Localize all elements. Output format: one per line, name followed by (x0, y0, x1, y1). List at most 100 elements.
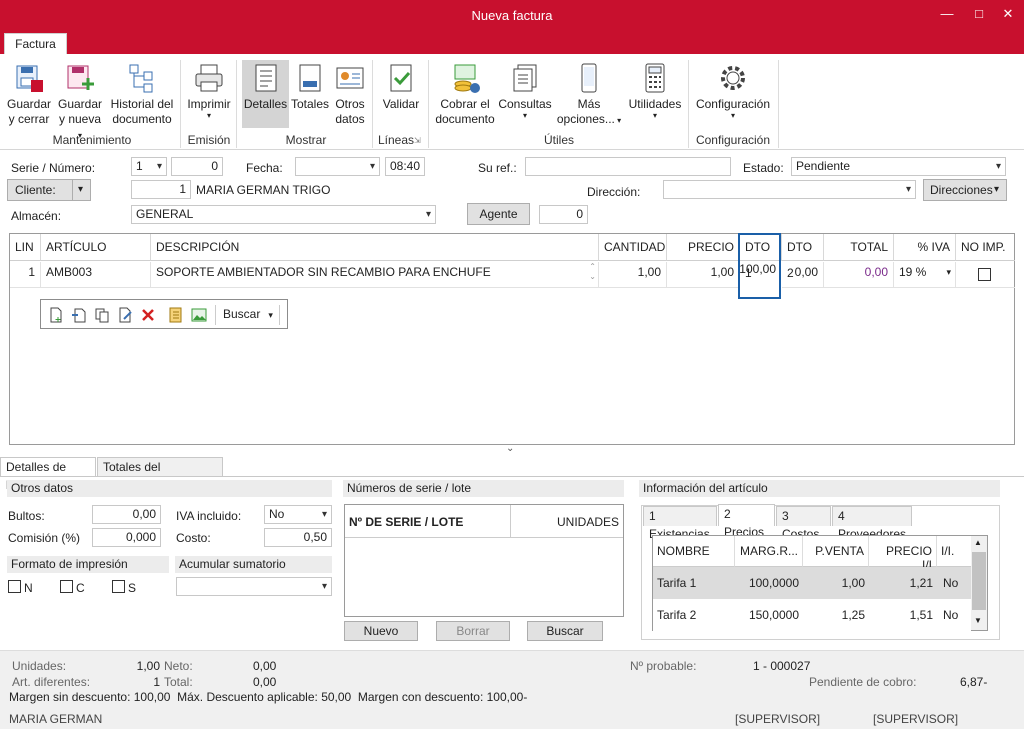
cliente-code-field[interactable]: 1 (131, 180, 191, 199)
tab-totales-documento[interactable]: Totales del documento (97, 457, 223, 492)
status-user: MARIA GERMAN (9, 712, 103, 726)
art-diferentes-value: 1 (153, 675, 160, 689)
bultos-field[interactable]: 0,00 (92, 505, 161, 524)
hora-field[interactable]: 08:40 (385, 157, 425, 176)
status-bar: Unidades: 1,00 Neto: 0,00 Art. diferente… (0, 650, 1024, 729)
group-emision: Emisión (187, 133, 231, 147)
imprimir-button[interactable]: Imprimir ▾ (186, 60, 232, 128)
configuracion-button[interactable]: Configuración ▾ (694, 60, 772, 128)
close-button[interactable]: ✕ (997, 5, 1019, 23)
scrollbar-thumb[interactable] (972, 552, 986, 610)
precios-col-ii[interactable]: I/I. (937, 536, 971, 567)
costo-field[interactable]: 0,50 (264, 528, 332, 547)
historial-button[interactable]: Historial del documento (108, 60, 176, 128)
minimize-button[interactable]: — (936, 5, 958, 23)
numero-field[interactable]: 0 (171, 157, 223, 176)
comision-field[interactable]: 0,000 (92, 528, 161, 547)
totales-button[interactable]: Totales (291, 60, 329, 128)
cell-precio[interactable]: 1,00 (667, 262, 740, 288)
estado-select[interactable]: Pendiente (791, 157, 1006, 176)
cell-iva[interactable]: 19 % ▾ (894, 262, 956, 288)
image-icon[interactable] (191, 307, 207, 323)
tab-precios[interactable]: 2 Precios (718, 504, 775, 539)
col-cantidad[interactable]: CANTIDAD (599, 234, 667, 261)
fecha-field[interactable] (295, 157, 380, 176)
serie-label: Serie / Número: (11, 161, 96, 175)
delete-line-icon[interactable] (140, 307, 156, 323)
tab-factura[interactable]: Factura (4, 33, 67, 54)
splitter-chevron-icon[interactable]: ⌄ (506, 443, 514, 454)
dto1-selected-cell[interactable]: 100,00 (738, 233, 781, 299)
buscar-dropdown[interactable]: Buscar ▾ (223, 307, 273, 321)
guardar-nueva-button[interactable]: Guardar y nueva ▾ (56, 60, 104, 140)
otros-datos-button[interactable]: Otros datos (332, 60, 368, 128)
acumular-select[interactable] (176, 577, 332, 596)
iva-incluido-select[interactable]: No (264, 505, 332, 524)
precios-row-2[interactable]: Tarifa 2 150,0000 1,25 1,51 No (653, 599, 971, 631)
copy-line-icon[interactable] (94, 307, 110, 323)
cell-articulo[interactable]: AMB003 (41, 262, 151, 288)
suref-field[interactable] (525, 157, 731, 176)
series-nuevo-button[interactable]: Nuevo (344, 621, 418, 641)
cobrar-button[interactable]: Cobrar el documento (434, 60, 496, 128)
col-noimp[interactable]: NO IMP. (956, 234, 1015, 261)
otros-datos-header: Otros datos (7, 480, 332, 497)
almacen-label: Almacén: (11, 209, 62, 223)
tab-costos[interactable]: 3 Costos (776, 506, 831, 541)
direcciones-button[interactable]: Direcciones ▾ (923, 179, 1007, 201)
formato-n-checkbox[interactable] (8, 580, 21, 593)
cell-dto2[interactable]: 0,00 (782, 262, 824, 288)
utilidades-button[interactable]: Utilidades ▾ (626, 60, 684, 128)
almacen-select[interactable]: GENERAL (131, 205, 436, 224)
validar-button[interactable]: Validar (378, 60, 424, 128)
guardar-cerrar-button[interactable]: Guardar y cerrar (6, 60, 52, 128)
edit-line-icon[interactable] (117, 307, 133, 323)
tab-existencias[interactable]: 1 Existencias (643, 506, 717, 541)
series-col-serie[interactable]: Nº DE SERIE / LOTE (345, 505, 511, 538)
precios-scrollbar[interactable]: ▲ ▼ (971, 536, 987, 630)
precios-col-precio-ii[interactable]: PRECIO I/I (869, 536, 937, 572)
formato-s-checkbox[interactable] (112, 580, 125, 593)
precios-col-marg[interactable]: MARG.R... (735, 536, 803, 567)
consultas-button[interactable]: Consultas ▾ (498, 60, 552, 128)
agente-field[interactable]: 0 (539, 205, 588, 224)
series-buscar-button[interactable]: Buscar (527, 621, 603, 641)
unidades-value: 1,00 (136, 659, 160, 673)
acumular-header: Acumular sumatorio (175, 556, 332, 573)
col-dto2[interactable]: DTO 2 (782, 234, 824, 280)
cell-dto1[interactable]: 100,00 (739, 262, 776, 276)
col-descripcion[interactable]: DESCRIPCIÓN (151, 234, 599, 261)
new-line-icon[interactable] (48, 307, 64, 323)
direccion-select[interactable] (663, 180, 916, 199)
cliente-button[interactable]: Cliente: ▾ (7, 179, 91, 201)
col-iva[interactable]: % IVA (894, 234, 956, 261)
ribbon: Guardar y cerrar Guardar y nueva ▾ Histori… (0, 54, 1024, 150)
precios-row-1[interactable]: Tarifa 1 100,0000 1,00 1,21 No (653, 567, 971, 599)
series-col-unidades[interactable]: UNIDADES (511, 505, 623, 538)
group-expander-icon[interactable]: ⇲ (414, 136, 421, 145)
agente-button[interactable]: Agente (467, 203, 530, 225)
detalles-button[interactable]: Detalles (242, 60, 289, 128)
precios-col-nombre[interactable]: NOMBRE (653, 536, 735, 567)
col-articulo[interactable]: ARTÍCULO (41, 234, 151, 261)
insert-line-icon[interactable] (71, 307, 87, 323)
precios-col-pventa[interactable]: P.VENTA (803, 536, 869, 567)
noimp-checkbox[interactable] (978, 268, 991, 281)
col-total[interactable]: TOTAL (824, 234, 894, 261)
maximize-button[interactable]: □ (968, 5, 990, 23)
cell-descripcion[interactable]: SOPORTE AMBIENTADOR SIN RECAMBIO PARA EN… (151, 262, 599, 288)
col-precio[interactable]: PRECIO (667, 234, 740, 261)
cell-cantidad[interactable]: 1,00 (599, 262, 667, 288)
series-borrar-button[interactable]: Borrar (436, 621, 510, 641)
tab-detalles-linea[interactable]: Detalles de línea (0, 457, 96, 492)
mas-opciones-button[interactable]: Más opciones... ▾ (556, 60, 622, 128)
serie-select[interactable]: 1 (131, 157, 167, 176)
status-supervisor-2: [SUPERVISOR] (873, 712, 959, 726)
group-mostrar: Mostrar (285, 133, 327, 147)
col-lin[interactable]: LIN (10, 234, 41, 261)
notes-icon[interactable] (168, 307, 184, 323)
formato-c-checkbox[interactable] (60, 580, 73, 593)
nprob-value: 1 - 000027 (753, 659, 811, 673)
tab-proveedores[interactable]: 4 Proveedores (832, 506, 912, 541)
comision-label: Comisión (%) (8, 531, 81, 545)
